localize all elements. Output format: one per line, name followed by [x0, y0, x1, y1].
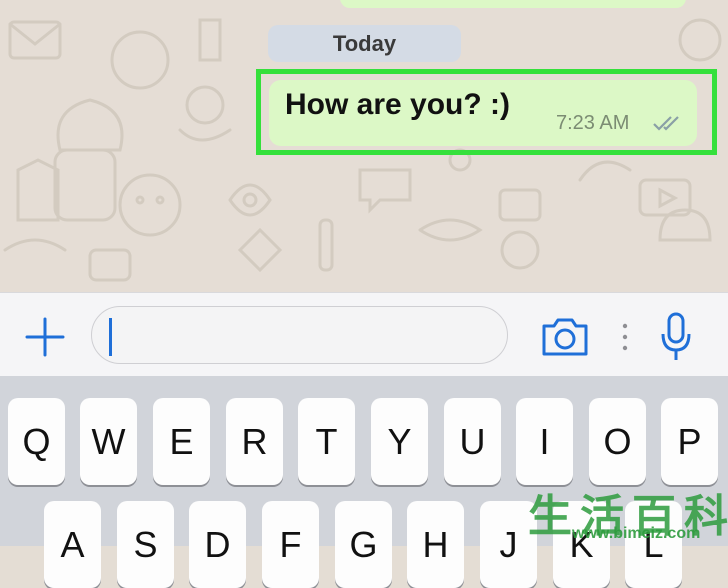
key-r[interactable]: R: [226, 398, 283, 485]
text-cursor: [109, 318, 112, 356]
key-q[interactable]: Q: [8, 398, 65, 485]
message-timestamp: 7:23 AM: [556, 112, 630, 134]
message-text: How are you? :): [285, 88, 511, 121]
key-o[interactable]: O: [589, 398, 646, 485]
double-check-icon: [653, 116, 679, 131]
key-d[interactable]: D: [189, 501, 246, 588]
key-i[interactable]: I: [516, 398, 573, 485]
key-t[interactable]: T: [298, 398, 355, 485]
key-f[interactable]: F: [262, 501, 319, 588]
key-s[interactable]: S: [117, 501, 174, 588]
key-a[interactable]: A: [44, 501, 101, 588]
key-w[interactable]: W: [80, 398, 137, 485]
key-p[interactable]: P: [661, 398, 718, 485]
camera-icon[interactable]: [540, 316, 590, 358]
key-h[interactable]: H: [407, 501, 464, 588]
key-e[interactable]: E: [153, 398, 210, 485]
chat-area: Today How are you? :) 7:23 AM: [0, 0, 728, 292]
microphone-icon[interactable]: [660, 312, 692, 362]
previous-message-bubble: [340, 0, 686, 8]
date-separator: Today: [268, 25, 461, 62]
key-g[interactable]: G: [335, 501, 392, 588]
plus-icon[interactable]: [25, 317, 65, 357]
message-input[interactable]: [91, 306, 508, 364]
key-u[interactable]: U: [444, 398, 501, 485]
vertical-dots-icon[interactable]: [620, 322, 630, 352]
watermark-url: www.bimeiz.com: [572, 525, 701, 542]
key-y[interactable]: Y: [371, 398, 428, 485]
